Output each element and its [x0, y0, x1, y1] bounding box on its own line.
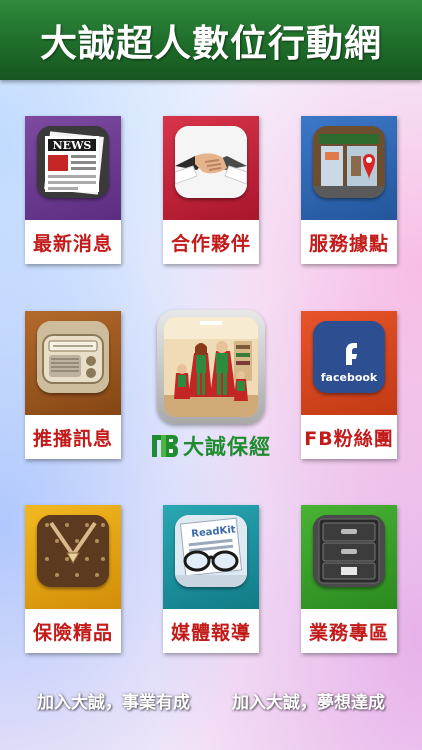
tile-latest-news-image: NEWS	[25, 116, 121, 220]
tile-insurance-products[interactable]: 保險精品	[25, 505, 121, 653]
tile-insurance-products-image	[25, 505, 121, 609]
featured-brand-tile[interactable]: 大誠保經	[152, 310, 270, 462]
tile-label: FB粉絲團	[301, 415, 397, 459]
tb-logo-icon	[152, 435, 178, 457]
tile-label: 業務專區	[301, 609, 397, 653]
tile-business-zone-image	[301, 505, 397, 609]
slogan-right: 加入大誠，夢想達成	[232, 692, 385, 713]
facebook-icon: facebook	[313, 321, 385, 393]
tile-fb-fan-page-image: facebook	[301, 311, 397, 415]
tile-label: 服務據點	[301, 220, 397, 264]
tile-media-reports[interactable]: ReadKit 媒體報導	[163, 505, 259, 653]
app-title: 大誠超人數位行動網	[40, 22, 382, 65]
tile-partners[interactable]: 合作夥伴	[163, 116, 259, 264]
tile-partners-image	[163, 116, 259, 220]
brand-row: 大誠保經	[150, 430, 272, 462]
facebook-wordmark: facebook	[321, 371, 378, 384]
superhero-family-icon	[164, 317, 258, 417]
glasses-newspaper-icon: ReadKit	[175, 515, 247, 587]
tile-business-zone[interactable]: 業務專區	[301, 505, 397, 653]
tile-latest-news[interactable]: NEWS 最新消息	[25, 116, 121, 264]
tile-service-locations[interactable]: 服務據點	[301, 116, 397, 264]
footer-slogans: 加入大誠，事業有成 加入大誠，夢想達成	[0, 682, 422, 718]
newspaper-icon: NEWS	[37, 126, 109, 198]
tile-label: 保險精品	[25, 609, 121, 653]
tile-fb-fan-page[interactable]: facebook FB粉絲團	[301, 311, 397, 459]
tile-label: 推播訊息	[25, 415, 121, 459]
tile-label: 最新消息	[25, 220, 121, 264]
tile-media-reports-image: ReadKit	[163, 505, 259, 609]
handshake-icon	[175, 126, 247, 198]
tile-push-messages-image	[25, 311, 121, 415]
storefront-map-pin-icon	[313, 126, 385, 198]
filing-cabinet-icon	[313, 515, 385, 587]
radio-icon	[37, 321, 109, 393]
app-header: 大誠超人數位行動網	[0, 0, 422, 80]
svg-text:NEWS: NEWS	[53, 139, 92, 152]
tile-service-locations-image	[301, 116, 397, 220]
featured-frame	[157, 310, 265, 424]
luxury-bag-icon	[37, 515, 109, 587]
slogan-left: 加入大誠，事業有成	[37, 692, 190, 713]
tile-push-messages[interactable]: 推播訊息	[25, 311, 121, 459]
tile-label: 合作夥伴	[163, 220, 259, 264]
brand-name: 大誠保經	[183, 435, 271, 459]
tile-label: 媒體報導	[163, 609, 259, 653]
